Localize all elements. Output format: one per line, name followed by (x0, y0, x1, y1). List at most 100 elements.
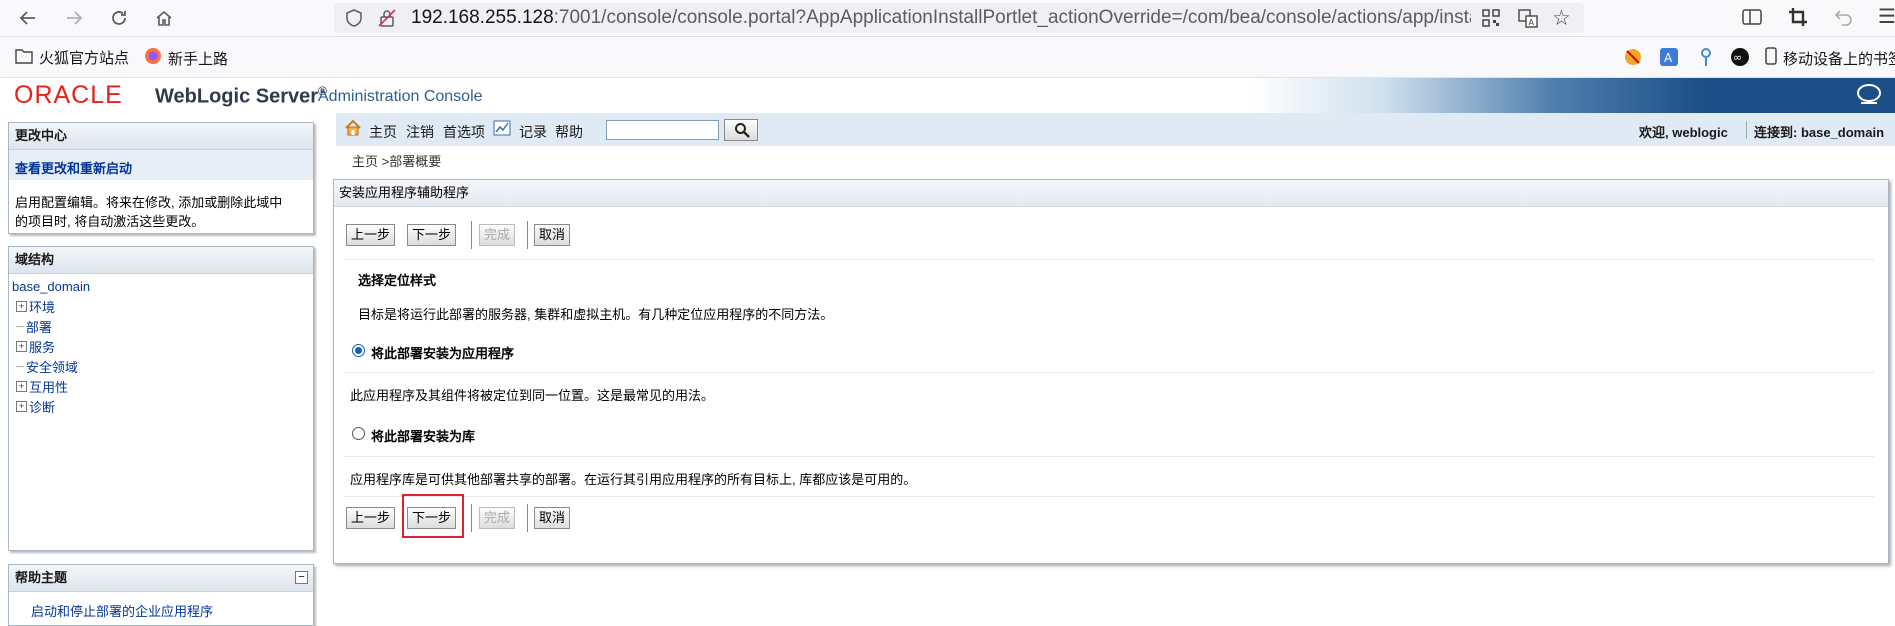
wizard-title: 安装应用程序辅助程序 (334, 180, 1888, 207)
url-bar[interactable]: 192.168.255.128:7001/console/console.por… (334, 3, 1584, 33)
divider (344, 496, 1874, 497)
translate-icon[interactable]: A (1518, 8, 1538, 33)
menu-icon[interactable]: ☰ (1878, 4, 1895, 29)
breadcrumb-home[interactable]: 主页 (352, 154, 378, 169)
change-center-link-row: 查看更改和重新启动 (9, 150, 313, 180)
button-separator (527, 221, 528, 249)
section-title: 选择定位样式 (358, 273, 437, 288)
tree-item-label[interactable]: 互用性 (29, 377, 68, 396)
change-center-desc-line1: 启用配置编辑。将来在修改, 添加或删除此域中 (15, 195, 283, 210)
reader-view-icon[interactable] (1742, 8, 1762, 31)
collapse-minus-icon[interactable]: − (295, 571, 308, 584)
tree-item-security-realms[interactable]: ┈ 安全领域 (16, 357, 78, 376)
search-button[interactable] (724, 119, 758, 141)
tree-root-base-domain[interactable]: base_domain (12, 279, 90, 294)
connected-domain-text: 连接到: base_domain (1754, 125, 1885, 140)
infinity-extension-icon[interactable]: ∞ (1730, 47, 1750, 71)
option-library-description: 应用程序库是可供其他部署共享的部署。在运行其引用应用程序的所有目标上, 库都应该… (350, 472, 917, 487)
product-title: WebLogic Server® (155, 84, 327, 109)
view-changes-restart-link[interactable]: 查看更改和重新启动 (15, 158, 132, 177)
url-text[interactable]: 192.168.255.128:7001/console/console.por… (411, 7, 1471, 29)
crop-screenshot-icon[interactable] (1788, 7, 1808, 32)
breadcrumb: 主页 >部署概要 (352, 151, 441, 170)
console-subtitle: Administration Console (318, 88, 483, 105)
home-house-icon[interactable] (344, 119, 362, 140)
back-arrow-icon[interactable] (14, 4, 42, 32)
divider (344, 372, 1874, 373)
expand-plus-icon[interactable]: + (16, 401, 27, 412)
home-link[interactable]: 主页 (369, 122, 397, 142)
tree-item-label[interactable]: 部署 (26, 317, 52, 336)
tree-item-label[interactable]: 环境 (29, 297, 55, 316)
record-chart-icon[interactable] (493, 120, 511, 139)
tree-item-diagnostics[interactable]: + 诊断 (16, 397, 55, 416)
change-center-panel: 更改中心 查看更改和重新启动 启用配置编辑。将来在修改, 添加或删除此域中 的项… (8, 122, 314, 234)
bookmark-firefox-official[interactable]: 火狐官方站点 (15, 47, 129, 68)
option-library-label[interactable]: 将此部署安装为库 (371, 426, 475, 445)
tree-item-deployments[interactable]: ┈ 部署 (16, 317, 52, 336)
forward-arrow-icon[interactable] (60, 4, 88, 32)
button-separator (527, 504, 528, 532)
tree-item-label[interactable]: 服务 (29, 337, 55, 356)
shield-icon[interactable] (345, 9, 363, 32)
undo-icon[interactable] (1834, 7, 1854, 32)
install-wizard-panel: 安装应用程序辅助程序 上一步 下一步 完成 取消 选择定位样式 目标是将运行此部… (333, 179, 1889, 564)
record-link[interactable]: 记录 (519, 122, 547, 142)
console-header-icon (1856, 83, 1882, 112)
home-icon[interactable] (150, 4, 178, 32)
tree-item-label[interactable]: 诊断 (29, 397, 55, 416)
tree-item-interoperability[interactable]: + 互用性 (16, 377, 68, 396)
next-button-bottom[interactable]: 下一步 (407, 507, 457, 529)
url-host: 192.168.255.128 (411, 7, 554, 28)
search-input[interactable] (606, 120, 719, 140)
bookmark-mobile[interactable]: 移动设备上的书签 (1765, 47, 1895, 69)
back-button-top[interactable]: 上一步 (346, 224, 396, 246)
breadcrumb-current: 部署概要 (389, 154, 442, 169)
cancel-button-top[interactable]: 取消 (534, 224, 571, 246)
bookmark-getting-started[interactable]: 新手上路 (144, 47, 228, 69)
change-center-desc-line2: 的项目时, 将自动激活这些更改。 (15, 214, 205, 229)
translate-extension-icon[interactable]: A (1659, 47, 1679, 71)
cancel-button-bottom[interactable]: 取消 (534, 507, 571, 529)
next-button-top[interactable]: 下一步 (407, 224, 457, 246)
back-button-bottom[interactable]: 上一步 (346, 507, 396, 529)
reload-icon[interactable] (105, 4, 133, 32)
divider (344, 456, 1874, 457)
help-topics-panel: 帮助主题 − 启动和停止部署的企业应用程序 (8, 564, 314, 626)
divider (344, 259, 1874, 260)
option-application-description: 此应用程序及其组件将被定位到同一位置。这是最常见的用法。 (350, 388, 715, 403)
url-path: :7001/console/console.portal?AppApplicat… (553, 7, 1471, 28)
qr-code-icon[interactable] (1482, 9, 1500, 32)
help-link[interactable]: 帮助 (555, 122, 583, 142)
option-application-label[interactable]: 将此部署安装为应用程序 (371, 343, 514, 362)
firefox-icon (144, 47, 162, 69)
svg-text:A: A (1664, 51, 1673, 65)
radio-install-as-application[interactable] (352, 344, 365, 357)
expand-plus-icon[interactable]: + (16, 381, 27, 392)
svg-text:A: A (1529, 18, 1535, 27)
preferences-link[interactable]: 首选项 (443, 122, 485, 142)
tree-branch-line: ┈ (16, 358, 24, 374)
insecure-lock-icon[interactable] (378, 9, 396, 32)
search-icon (734, 122, 750, 141)
tree-item-label[interactable]: 安全领域 (26, 357, 78, 376)
change-center-title: 更改中心 (9, 123, 313, 150)
finish-button-bottom[interactable]: 完成 (479, 507, 516, 529)
tree-item-services[interactable]: + 服务 (16, 337, 55, 356)
svg-text:∞: ∞ (1733, 51, 1742, 64)
bookmark-label: 火狐官方站点 (39, 50, 130, 67)
tree-item-environment[interactable]: + 环境 (16, 297, 55, 316)
finish-button-top[interactable]: 完成 (479, 224, 516, 246)
tree-branch-line: ┈ (16, 318, 24, 334)
location-pin-icon[interactable] (1699, 47, 1713, 71)
product-name: WebLogic Server (155, 85, 319, 108)
logout-link[interactable]: 注销 (406, 122, 434, 142)
expand-plus-icon[interactable]: + (16, 341, 27, 352)
no-script-icon[interactable] (1624, 48, 1642, 70)
expand-plus-icon[interactable]: + (16, 301, 27, 312)
radio-install-as-library[interactable] (352, 427, 365, 440)
star-bookmark-icon[interactable]: ☆ (1552, 6, 1571, 31)
help-topic-link[interactable]: 启动和停止部署的企业应用程序 (31, 601, 213, 620)
button-separator (471, 504, 472, 532)
oracle-logo: ORACLE (14, 81, 123, 109)
